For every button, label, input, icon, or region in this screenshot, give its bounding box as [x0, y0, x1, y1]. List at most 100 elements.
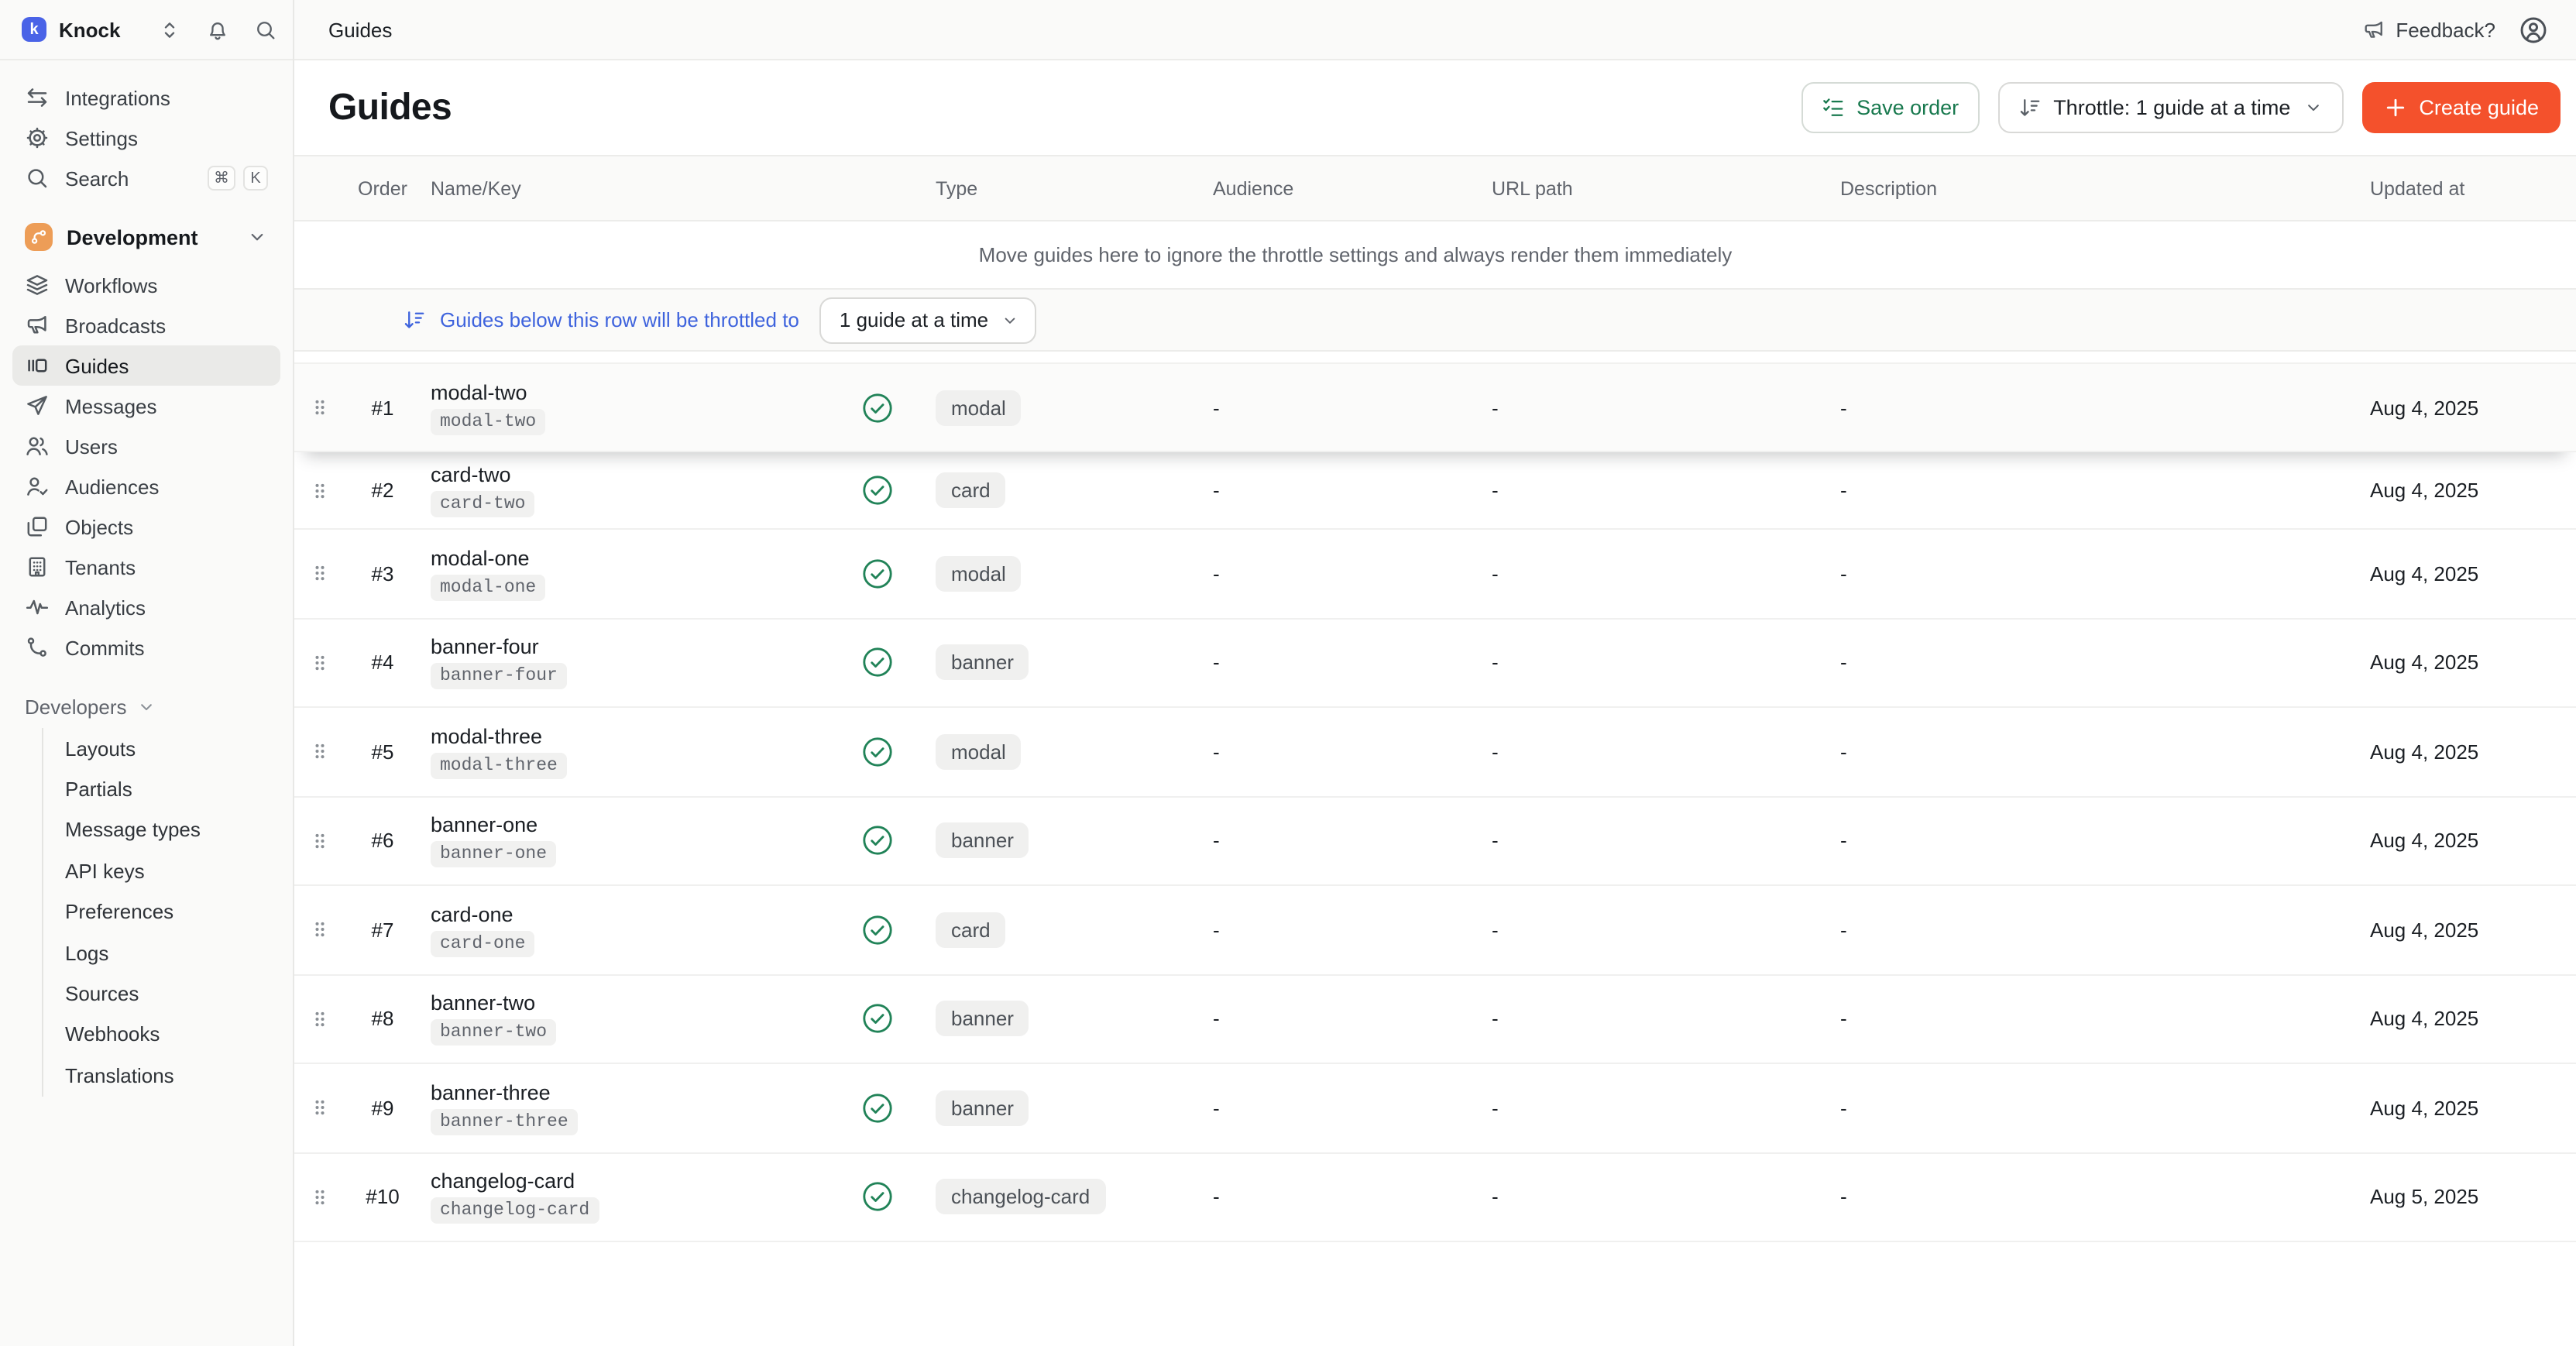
sidebar-item-messages[interactable]: Messages: [12, 386, 280, 426]
updated-at-cell: Aug 4, 2025: [2293, 479, 2576, 502]
check-circle-icon: [860, 474, 893, 506]
order-cell: #5: [344, 740, 421, 764]
sidebar-item-sources[interactable]: Sources: [43, 973, 280, 1015]
sidebar-item-message-types[interactable]: Message types: [43, 810, 280, 851]
environment-switcher[interactable]: Development: [12, 217, 280, 257]
sidebar-item-tenants[interactable]: Tenants: [12, 547, 280, 587]
throttle-divider-link[interactable]: Guides below this row will be throttled …: [403, 308, 799, 331]
throttle-dropdown-button[interactable]: Throttle: 1 guide at a time: [1997, 82, 2343, 133]
handle-cell: [294, 1008, 344, 1030]
create-guide-label: Create guide: [2419, 96, 2539, 119]
sidebar-item-workflows[interactable]: Workflows: [12, 265, 280, 305]
updated-at-cell-value: Aug 4, 2025: [2370, 829, 2478, 853]
sidebar-item-label: Message types: [65, 819, 201, 842]
drag-handle-icon[interactable]: [312, 1186, 326, 1208]
guide-row[interactable]: #3modal-onemodal-onemodal---Aug 4, 2025: [294, 530, 2576, 619]
name-cell: banner-fourbanner-four: [421, 636, 833, 690]
guide-order: #5: [372, 740, 394, 764]
url-path-cell: -: [1467, 479, 1815, 502]
drag-handle-icon[interactable]: [312, 479, 326, 501]
sidebar-item-broadcasts[interactable]: Broadcasts: [12, 305, 280, 345]
page-actions: Save order Throttle: 1 guide at a time C…: [1801, 82, 2561, 133]
sidebar-item-label: Sources: [65, 982, 139, 1005]
guide-row[interactable]: #1modal-twomodal-twomodal---Aug 4, 2025: [294, 362, 2576, 452]
commits-icon: [25, 635, 50, 660]
feedback-label: Feedback?: [2396, 18, 2495, 41]
guide-row[interactable]: #10changelog-cardchangelog-cardchangelog…: [294, 1153, 2576, 1242]
audience-column-header: Audience: [1183, 177, 1467, 199]
guide-row[interactable]: #2card-twocard-twocard---Aug 4, 2025: [294, 452, 2576, 530]
audience-cell-value: -: [1213, 829, 1220, 853]
developers-section-toggle[interactable]: Developers: [12, 688, 280, 725]
create-guide-button[interactable]: Create guide: [2361, 82, 2561, 133]
page-title: Guides: [328, 86, 452, 129]
drag-handle-icon[interactable]: [312, 1097, 326, 1119]
type-badge: banner: [936, 645, 1029, 681]
guide-row[interactable]: #4banner-fourbanner-fourbanner---Aug 4, …: [294, 619, 2576, 708]
drag-handle-icon[interactable]: [312, 741, 326, 763]
sidebar-item-users[interactable]: Users: [12, 426, 280, 466]
guide-row[interactable]: #8banner-twobanner-twobanner---Aug 4, 20…: [294, 975, 2576, 1064]
drag-handle-icon[interactable]: [312, 397, 326, 418]
name-cell: banner-onebanner-one: [421, 814, 833, 868]
user-avatar-button[interactable]: [2519, 15, 2548, 44]
guide-row[interactable]: #7card-onecard-onecard---Aug 4, 2025: [294, 886, 2576, 975]
check-circle-icon: [860, 825, 893, 857]
type-cell: modal: [920, 734, 1183, 770]
drag-handle-icon[interactable]: [312, 919, 326, 941]
search-icon[interactable]: [254, 18, 277, 41]
sidebar-item-partials[interactable]: Partials: [43, 769, 280, 810]
sidebar-item-preferences[interactable]: Preferences: [43, 891, 280, 932]
audience-cell: -: [1183, 829, 1467, 853]
order-cell: #4: [344, 651, 421, 675]
url-path-cell: -: [1467, 829, 1815, 853]
sidebar-item-layouts[interactable]: Layouts: [43, 728, 280, 769]
feedback-button[interactable]: Feedback?: [2361, 18, 2495, 41]
sidebar-item-label: Logs: [65, 941, 108, 964]
workspace-switcher[interactable]: k Knock: [0, 0, 293, 60]
status-cell: [833, 558, 920, 590]
type-cell: banner: [920, 1090, 1183, 1126]
notifications-bell-icon[interactable]: [206, 18, 229, 41]
url-path-cell: -: [1467, 1186, 1815, 1209]
sidebar-item-label: Translations: [65, 1064, 174, 1087]
expand-workspace-icon[interactable]: [158, 18, 181, 41]
sidebar-item-analytics[interactable]: Analytics: [12, 587, 280, 627]
sidebar-item-api-keys[interactable]: API keys: [43, 850, 280, 891]
sidebar-item-webhooks[interactable]: Webhooks: [43, 1014, 280, 1055]
drag-handle-icon[interactable]: [312, 1008, 326, 1030]
sidebar-item-translations[interactable]: Translations: [43, 1055, 280, 1096]
sidebar-item-audiences[interactable]: Audiences: [12, 466, 280, 506]
breadcrumb[interactable]: Guides: [328, 18, 392, 41]
sort-desc-icon: [2018, 96, 2041, 119]
sidebar-item-logs[interactable]: Logs: [43, 932, 280, 973]
audience-cell: -: [1183, 1186, 1467, 1209]
name-cell: modal-threemodal-three: [421, 725, 833, 779]
save-order-button[interactable]: Save order: [1801, 82, 1979, 133]
drag-handle-icon[interactable]: [312, 652, 326, 674]
guide-name: banner-one: [431, 814, 538, 837]
drag-handle-icon[interactable]: [312, 563, 326, 585]
guide-row[interactable]: #9banner-threebanner-threebanner---Aug 4…: [294, 1064, 2576, 1153]
guide-order: #3: [372, 562, 394, 585]
sidebar-item-objects[interactable]: Objects: [12, 506, 280, 547]
guide-row[interactable]: #5modal-threemodal-threemodal---Aug 4, 2…: [294, 708, 2576, 797]
sidebar-item-integrations[interactable]: Integrations: [12, 77, 280, 118]
guide-key-badge: banner-two: [431, 1020, 556, 1046]
sidebar-item-guides[interactable]: Guides: [12, 345, 280, 386]
sidebar-item-settings[interactable]: Settings: [12, 118, 280, 158]
drag-handle-icon[interactable]: [312, 830, 326, 852]
throttle-button-label: Throttle: 1 guide at a time: [2053, 96, 2290, 119]
audience-cell-value: -: [1213, 396, 1220, 419]
sidebar-item-label: API keys: [65, 860, 145, 883]
sidebar-item-commits[interactable]: Commits: [12, 627, 280, 668]
guide-order: #7: [372, 919, 394, 942]
throttle-value-select[interactable]: 1 guide at a time: [819, 297, 1036, 343]
status-cell: [833, 736, 920, 768]
url-path-cell-value: -: [1492, 479, 1499, 502]
guide-name: banner-four: [431, 636, 539, 659]
unthrottled-drop-zone[interactable]: Move guides here to ignore the throttle …: [294, 221, 2576, 290]
type-badge: card: [936, 912, 1006, 948]
sidebar-item-search[interactable]: Search⌘K: [12, 158, 280, 198]
guide-row[interactable]: #6banner-onebanner-onebanner---Aug 4, 20…: [294, 797, 2576, 886]
